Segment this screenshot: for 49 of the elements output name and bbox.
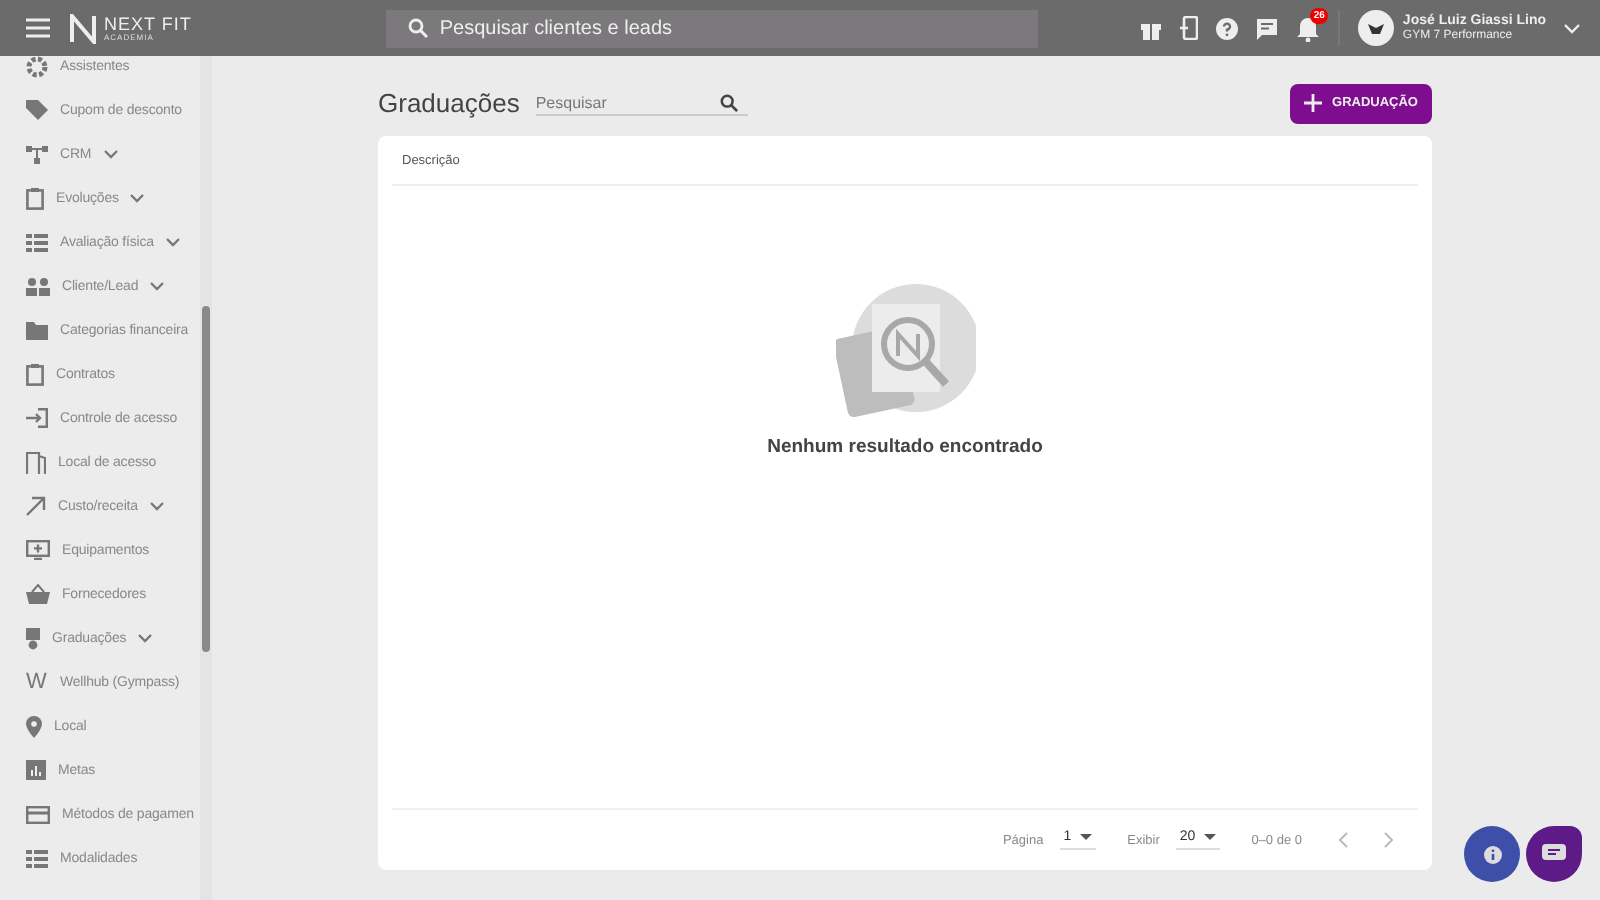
chat-icon: [1542, 844, 1566, 864]
empty-message: Nenhum resultado encontrado: [767, 436, 1043, 458]
chevron-down-icon: [150, 281, 165, 291]
login-icon: [26, 408, 48, 428]
search-bar[interactable]: Pesquisar clientes e leads: [385, 9, 1038, 47]
clipboard-icon: [26, 363, 44, 385]
info-button[interactable]: [1464, 826, 1520, 882]
empty-search-drawing: [835, 284, 975, 420]
avatar-icon[interactable]: [1358, 10, 1395, 46]
chat-icon[interactable]: [1256, 17, 1279, 39]
w-letter-icon: W: [26, 670, 48, 694]
search-input[interactable]: Pesquisar: [535, 91, 720, 113]
basket-icon: [26, 584, 50, 604]
monitor-icon: [26, 540, 50, 560]
phone-icon[interactable]: [1180, 16, 1199, 40]
chevron-down-icon: [165, 237, 180, 247]
clipboard-icon: [26, 187, 44, 209]
list-icon: [26, 233, 48, 251]
bar-chart-icon: [26, 760, 46, 780]
chevron-down-icon: [138, 633, 153, 643]
search-icon: [407, 18, 428, 38]
chevron-down-icon: [103, 149, 118, 159]
dropdown-arrow-icon: [1203, 834, 1216, 840]
people-icon: [26, 277, 50, 295]
chevron-down-icon: [149, 501, 164, 511]
logo-icon: [70, 13, 96, 43]
credit-card-icon: [26, 805, 50, 823]
info-icon: [1483, 845, 1501, 863]
chat-button[interactable]: [1526, 826, 1582, 882]
search-icon: [719, 93, 738, 111]
bell-icon[interactable]: [1296, 15, 1321, 41]
search-bar[interactable]: Pesquisar: [535, 91, 748, 115]
page-title: Graduações: [378, 88, 520, 118]
logo-title: NEXT FIT: [104, 15, 192, 33]
door-icon: [26, 451, 46, 473]
scrollbar[interactable]: [200, 56, 212, 900]
folder-icon: [26, 321, 48, 339]
chevron-down-icon[interactable]: [1564, 23, 1580, 33]
diagonal-arrow-icon: [26, 496, 46, 516]
tag-icon: [26, 100, 48, 120]
search-input[interactable]: Pesquisar clientes e leads: [439, 15, 1026, 41]
plus-icon: [1304, 94, 1323, 112]
location-pin-icon: [26, 715, 42, 737]
help-icon[interactable]: [1216, 17, 1239, 39]
network-icon: [26, 145, 48, 163]
chevron-down-icon: [130, 193, 145, 203]
dropdown-arrow-icon: [1079, 834, 1092, 840]
menu-icon[interactable]: [26, 18, 50, 38]
list-icon: [26, 849, 48, 867]
